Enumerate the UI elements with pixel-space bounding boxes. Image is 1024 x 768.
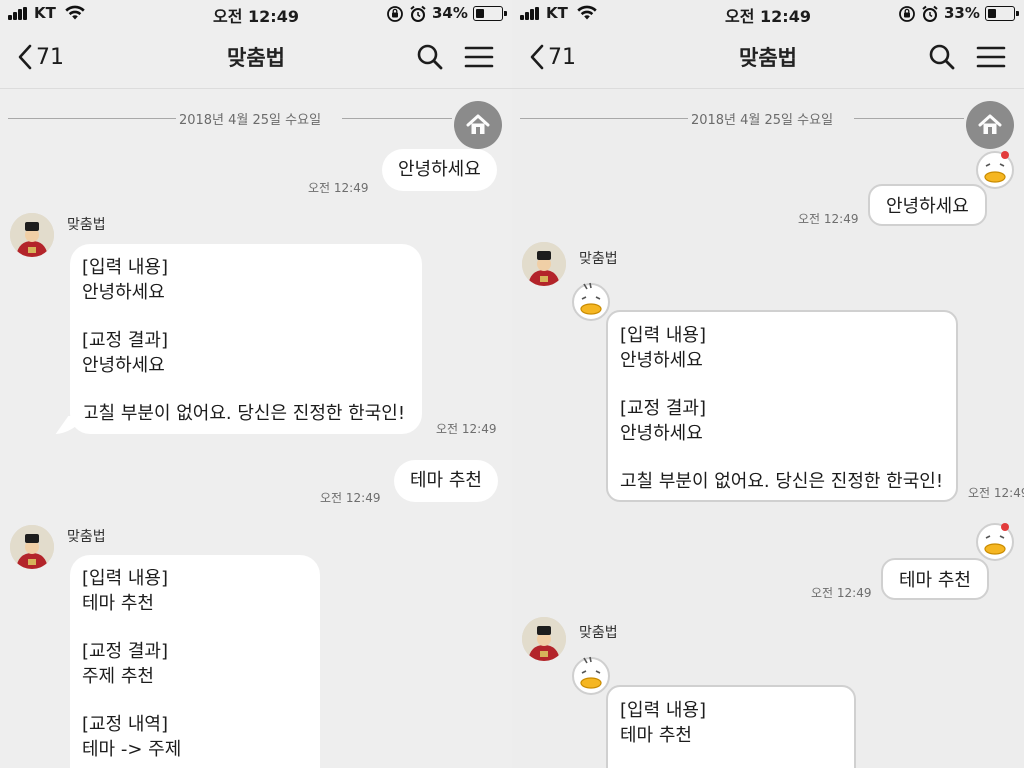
message-line: [교정 결과] — [82, 330, 169, 351]
duck-emoticon-icon — [976, 151, 1014, 189]
message-time: 오전 12:49 — [811, 586, 872, 600]
message-time: 오전 12:49 — [436, 422, 497, 436]
message-line: [교정 결과] — [620, 398, 707, 419]
message-line: [입력 내용] — [82, 568, 169, 589]
battery-icon — [473, 6, 507, 21]
message-time: 오전 12:49 — [968, 486, 1024, 500]
home-button[interactable] — [966, 101, 1014, 149]
avatar[interactable] — [522, 242, 566, 286]
sender-name: 맞춤법 — [579, 625, 618, 641]
status-bar: KT 오전 12:49 34% — [0, 0, 512, 26]
avatar[interactable] — [10, 213, 54, 257]
chat-header: 71 맞춤법 — [512, 26, 1024, 88]
sender-name: 맞춤법 — [579, 251, 618, 267]
message-line: [입력 내용] — [620, 325, 707, 346]
menu-icon[interactable] — [463, 42, 495, 72]
search-icon[interactable] — [927, 42, 957, 72]
home-icon — [466, 114, 490, 134]
sender-name: 맞춤법 — [67, 529, 106, 545]
message-bubble-incoming[interactable]: [입력 내용] 안녕하세요 [교정 결과] 안녕하세요 고칠 부분이 없어요. … — [70, 244, 422, 434]
avatar[interactable] — [522, 617, 566, 661]
message-bubble-outgoing[interactable]: 테마 추천 — [394, 460, 498, 502]
orientation-lock-icon — [387, 6, 403, 22]
date-divider-label: 2018년 4월 25일 수요일 — [690, 113, 834, 128]
duck-emoticon-icon — [572, 282, 610, 321]
message-line: 테마 -> 주제 — [82, 739, 182, 760]
header-divider — [0, 88, 512, 89]
message-bubble-outgoing[interactable]: 안녕하세요 — [868, 184, 987, 226]
message-line: 테마 추천 — [620, 725, 692, 746]
message-line: 안녕하세요 — [620, 350, 703, 371]
date-divider: 2018년 4월 25일 수요일 — [512, 109, 1012, 128]
sender-name: 맞춤법 — [67, 217, 106, 233]
duck-emoticon-icon — [976, 523, 1014, 561]
avatar-image — [522, 617, 566, 661]
date-divider-label: 2018년 4월 25일 수요일 — [178, 113, 322, 128]
menu-icon[interactable] — [975, 42, 1007, 72]
message-bubble-outgoing[interactable]: 안녕하세요 — [382, 149, 497, 191]
message-time: 오전 12:49 — [798, 212, 859, 226]
message-bubble-incoming[interactable]: [입력 내용] 테마 추천 — [606, 685, 856, 768]
message-time: 오전 12:49 — [320, 491, 381, 505]
avatar-image — [10, 525, 54, 569]
battery-percent: 33% — [944, 4, 980, 22]
message-bubble-incoming[interactable]: [입력 내용] 테마 추천 [교정 결과] 주제 추천 [교정 내역] 테마 -… — [70, 555, 320, 768]
message-line: 고칠 부분이 없어요. 당신은 진정한 한국인! — [82, 403, 406, 424]
alarm-icon — [410, 5, 426, 22]
orientation-lock-icon — [899, 6, 915, 22]
message-line: 안녕하세요 — [82, 282, 165, 303]
message-time: 오전 12:49 — [308, 181, 369, 195]
avatar-image — [10, 213, 54, 257]
message-bubble-incoming[interactable]: [입력 내용] 안녕하세요 [교정 결과] 안녕하세요 고칠 부분이 없어요. … — [606, 310, 958, 502]
message-line: [입력 내용] — [82, 257, 169, 278]
battery-icon — [985, 6, 1019, 21]
message-line: [교정 내역] — [82, 714, 169, 735]
message-line: 고칠 부분이 없어요. 당신은 진정한 한국인! — [620, 471, 944, 492]
chat-panel-left: KT 오전 12:49 34% 71 맞춤법 2018년 4월 25일 수요일 … — [0, 0, 512, 768]
screenshot-root: KT 오전 12:49 34% 71 맞춤법 2018년 4월 25일 수요일 … — [0, 0, 1024, 768]
duck-emoticon-icon — [572, 656, 610, 695]
alarm-icon — [922, 5, 938, 22]
status-bar: KT 오전 12:49 33% — [512, 0, 1024, 26]
date-divider: 2018년 4월 25일 수요일 — [0, 109, 500, 128]
header-divider — [512, 88, 1024, 89]
avatar[interactable] — [10, 525, 54, 569]
message-line: [입력 내용] — [620, 700, 707, 721]
message-line: 주제 추천 — [82, 666, 154, 687]
message-line: 안녕하세요 — [620, 423, 703, 444]
battery-percent: 34% — [432, 4, 468, 22]
home-icon — [978, 114, 1002, 134]
chat-panel-right: KT 오전 12:49 33% 71 맞춤법 2018년 4월 25일 수요일 … — [512, 0, 1024, 768]
message-line: 테마 추천 — [82, 593, 154, 614]
avatar-image — [522, 242, 566, 286]
search-icon[interactable] — [415, 42, 445, 72]
message-line: [교정 결과] — [82, 641, 169, 662]
chat-header: 71 맞춤법 — [0, 26, 512, 88]
home-button[interactable] — [454, 101, 502, 149]
message-bubble-outgoing[interactable]: 테마 추천 — [881, 558, 989, 600]
message-line: 안녕하세요 — [82, 355, 165, 376]
